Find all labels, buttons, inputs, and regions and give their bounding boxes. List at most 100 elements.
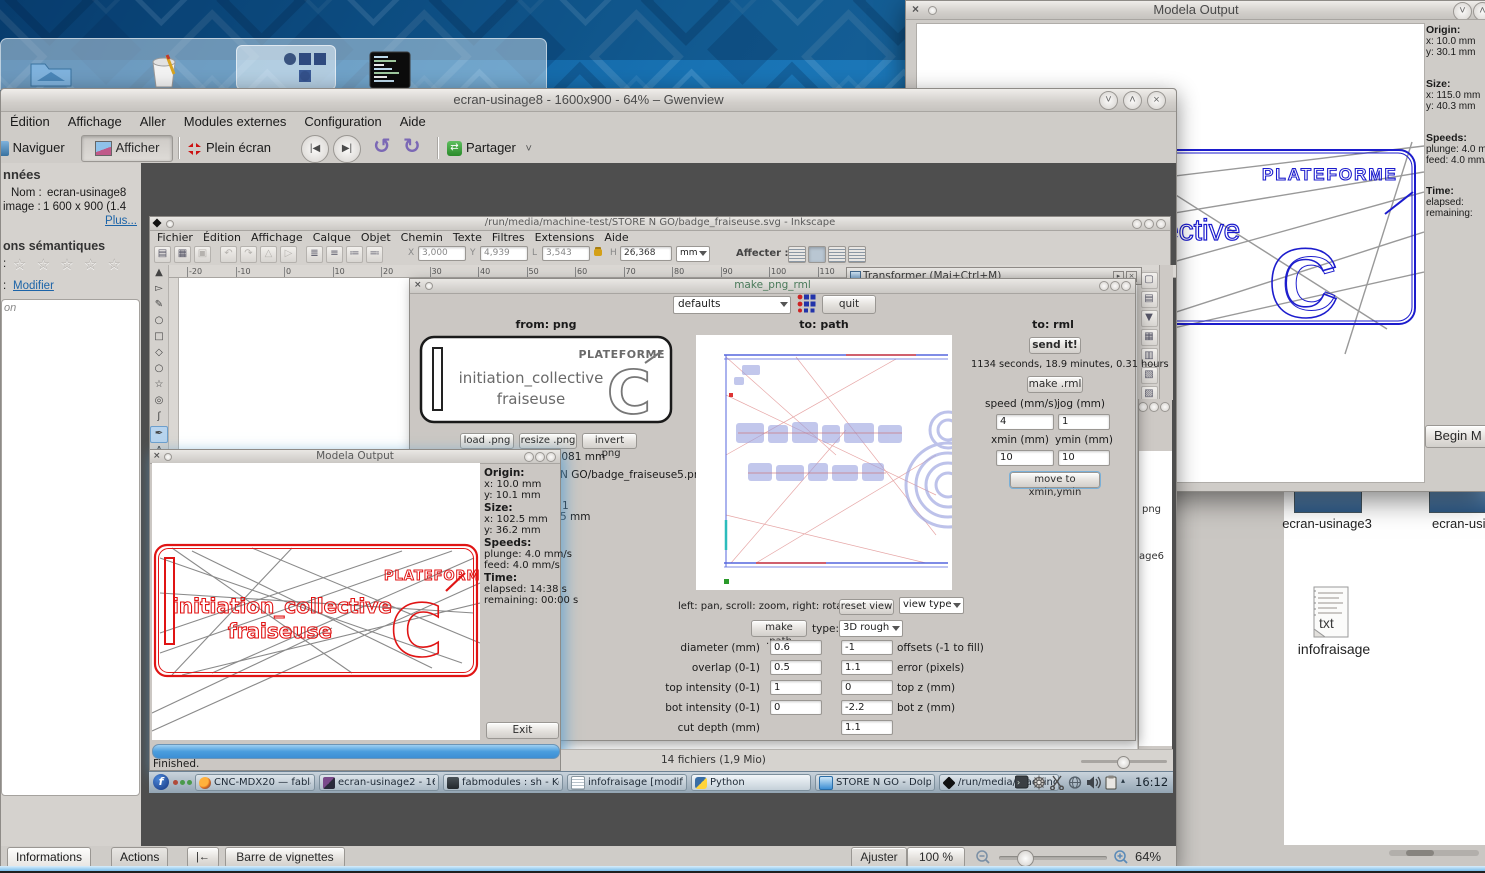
pencil-tool-icon[interactable]: ʃ (151, 410, 167, 425)
rotate-right-button[interactable]: ↻ (403, 134, 421, 159)
terminal-icon[interactable] (369, 51, 411, 89)
affect-rotate-toggle[interactable] (828, 246, 846, 263)
tweak-tool-icon[interactable]: ✎ (151, 298, 167, 313)
star-tool-icon[interactable]: ☆ (151, 378, 167, 393)
close-icon[interactable] (1156, 219, 1166, 229)
minimize-icon[interactable] (1132, 219, 1142, 229)
activity-dot-icon[interactable] (173, 780, 178, 785)
zoom-in-icon[interactable] (1113, 849, 1129, 865)
node-tool-icon[interactable]: ▻ (151, 282, 167, 297)
lock-icon[interactable] (594, 249, 602, 256)
parameter-field-2[interactable]: -1 (841, 640, 893, 655)
rotate-left-button[interactable]: ↺ (373, 134, 391, 159)
zoom-slider[interactable] (1081, 760, 1167, 763)
menu-item[interactable]: Aide (391, 111, 435, 132)
close-icon[interactable]: × (414, 279, 422, 292)
minimize-icon[interactable]: ˅ (1099, 91, 1118, 110)
menu-item[interactable]: Affichage (59, 111, 131, 132)
plus-link[interactable]: Plus... (105, 215, 137, 227)
zoom-slider[interactable] (999, 856, 1107, 860)
path-preview-canvas[interactable] (696, 335, 952, 590)
close-icon[interactable] (1160, 402, 1170, 412)
ymin-field[interactable]: 10 (1058, 450, 1110, 466)
afficher-button[interactable]: Afficher (81, 135, 173, 162)
chevron-down-icon[interactable]: ˅ (526, 143, 532, 155)
exit-button[interactable]: Exit (486, 722, 559, 739)
path-type-dropdown[interactable]: 3D rough (839, 620, 903, 637)
file-label[interactable]: ecran-usinage3 (1276, 516, 1378, 531)
raise-icon[interactable]: ≣ (306, 246, 323, 263)
task-button[interactable]: STORE N GO - Dolphin (815, 774, 935, 791)
affect-scale-toggle[interactable] (808, 246, 826, 263)
zoom-out-icon[interactable] (975, 849, 991, 865)
y-field[interactable]: 4,939 (480, 246, 528, 261)
naviguer-button[interactable]: Naviguer (1, 137, 65, 160)
speed-field[interactable]: 4 (996, 414, 1054, 430)
close-icon[interactable]: × (1147, 91, 1166, 110)
modela-titlebar[interactable]: × Modela Output (150, 450, 560, 464)
menu-item[interactable]: Aller (131, 111, 175, 132)
tab-informations[interactable]: Informations (7, 847, 91, 866)
zoom-100-button[interactable]: 100 % (907, 847, 965, 868)
affect-skew-toggle[interactable] (848, 246, 866, 263)
print-icon[interactable]: ▦ (1141, 329, 1158, 346)
fit-zoom-button[interactable]: Ajuster (851, 847, 907, 868)
parameter-field[interactable]: 0.6 (770, 640, 822, 655)
parameter-field[interactable]: 1 (770, 680, 822, 695)
begin-milling-button[interactable]: Begin M (1425, 425, 1485, 448)
maximize-icon[interactable] (535, 452, 545, 462)
rating-stars[interactable]: ☆ ☆ ☆ ☆ ☆ (13, 255, 124, 273)
minimize-icon[interactable] (524, 452, 534, 462)
task-button[interactable]: CNC-MDX20 — fablabo (195, 774, 315, 791)
distribute-icon[interactable]: ≕ (366, 246, 383, 263)
make-rml-button[interactable]: make .rml (1027, 376, 1083, 393)
file-label[interactable]: infofraisage (1284, 641, 1384, 657)
previous-image-button[interactable]: |◀ (301, 135, 329, 163)
txt-file-icon[interactable]: txt (1309, 585, 1353, 639)
system-tray[interactable]: › (1015, 775, 1117, 790)
flip-v-icon[interactable]: ▷ (280, 246, 297, 263)
shade-icon[interactable] (928, 6, 937, 15)
align-icon[interactable]: ≔ (346, 246, 363, 263)
widgets-icon[interactable] (284, 52, 326, 82)
next-image-button[interactable]: ▶| (333, 135, 361, 163)
lower-icon[interactable]: ≡ (326, 246, 343, 263)
fab-titlebar[interactable]: × make_png_rml (410, 279, 1135, 294)
minimize-icon[interactable] (1138, 402, 1148, 412)
file-name-fragment[interactable]: png (1142, 504, 1161, 515)
new-doc-icon[interactable]: ▢ (1141, 272, 1158, 289)
parameter-field-2[interactable]: 1.1 (841, 660, 893, 675)
parameter-field-2[interactable]: 0 (841, 680, 893, 695)
slider-handle[interactable] (1117, 756, 1130, 769)
jog-field[interactable]: 1 (1058, 414, 1110, 430)
maximize-icon[interactable]: ˄ (1473, 2, 1485, 20)
scrollbar-handle[interactable] (1406, 850, 1434, 856)
xmin-field[interactable]: 10 (996, 450, 1054, 466)
gwenview-titlebar[interactable]: ecran-usinage8 - 1600x900 - 64% – Gwenvi… (1, 89, 1176, 112)
task-button[interactable]: Python (691, 774, 811, 791)
calligraphy-tool-icon[interactable]: ✒ (150, 426, 168, 443)
group-icon[interactable]: ▣ (194, 246, 211, 263)
resize-png-button[interactable]: resize .png (519, 433, 577, 449)
app-launcher-icon[interactable]: f (153, 774, 169, 790)
shade-icon[interactable] (164, 453, 172, 461)
l-field[interactable]: 3,543 (542, 246, 590, 261)
reset-view-button[interactable]: reset view (839, 599, 894, 615)
horizontal-scrollbar[interactable] (1389, 850, 1479, 856)
tray-expander-icon[interactable]: ▴ (1121, 776, 1125, 785)
load-png-button[interactable]: load .png (460, 433, 514, 449)
maximize-icon[interactable] (1110, 281, 1120, 291)
maximize-icon[interactable]: ˄ (1123, 91, 1142, 110)
modifier-link[interactable]: Modifier (13, 280, 54, 292)
sidebar-collapse-button[interactable]: |← (187, 847, 219, 868)
close-icon[interactable] (546, 452, 556, 462)
save-icon[interactable]: ▼ (1141, 310, 1158, 327)
undo-icon[interactable]: ↶ (220, 246, 237, 263)
quit-button[interactable]: quit (822, 295, 876, 314)
task-button[interactable]: fabmodules : sh - Kons (443, 774, 563, 791)
thumbnail-bar-button[interactable]: Barre de vignettes (225, 847, 345, 868)
unit-dropdown[interactable]: mm (676, 246, 710, 262)
minimize-icon[interactable] (1099, 281, 1109, 291)
close-icon[interactable]: × (912, 1, 919, 18)
description-box[interactable]: on (1, 299, 140, 796)
